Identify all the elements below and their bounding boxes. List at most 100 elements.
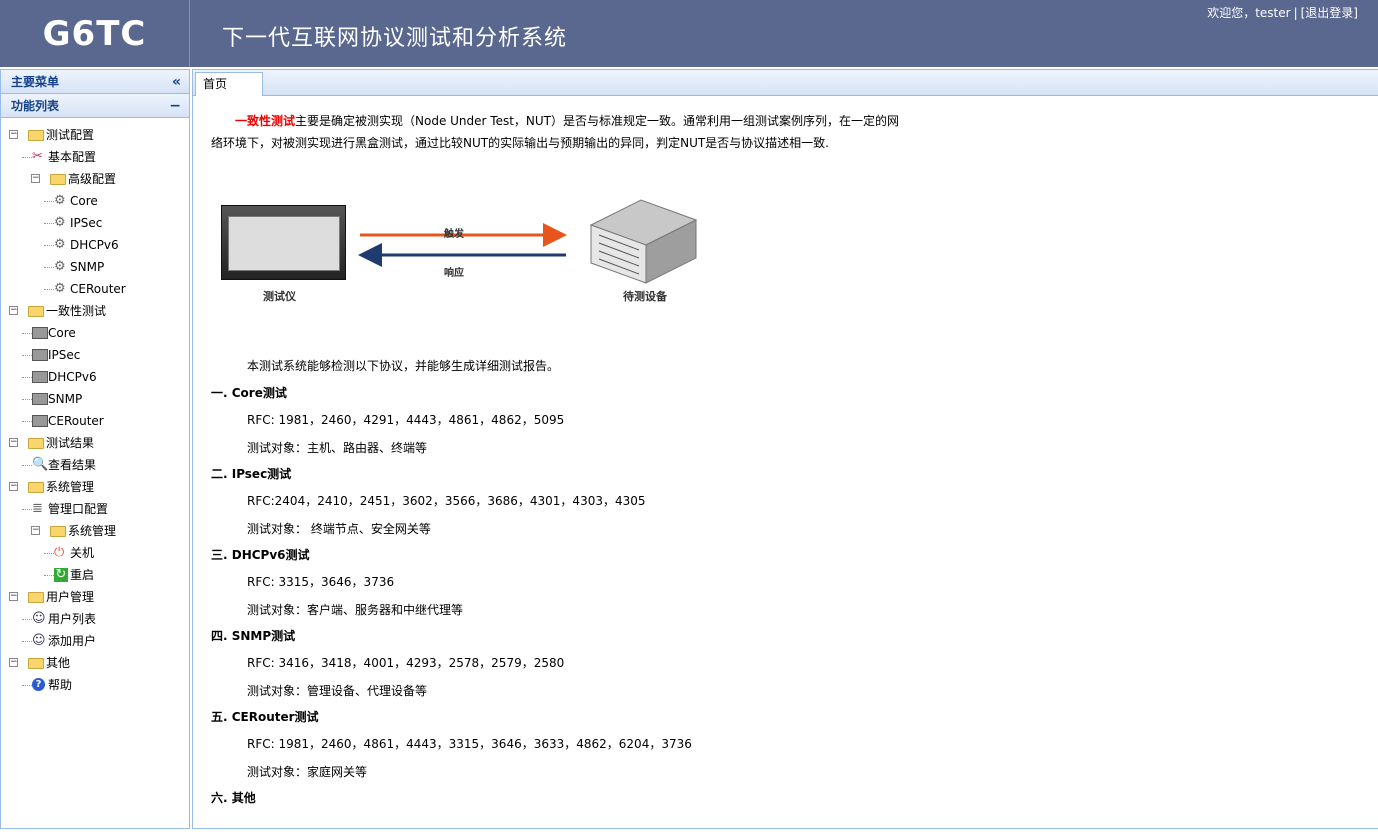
tab-bar: 首页 xyxy=(193,70,1378,96)
collapse-toggle-icon[interactable]: − xyxy=(31,526,40,535)
tree-item[interactable]: − 测试结果 xyxy=(1,432,189,454)
server-icon xyxy=(32,371,48,383)
collapse-toggle-icon[interactable]: − xyxy=(9,306,18,315)
tree-item[interactable]: ↻ 重启 xyxy=(1,564,189,586)
tree-item-label: 帮助 xyxy=(48,678,73,692)
logo-text: G6TC xyxy=(42,13,147,54)
tree-item-label: 添加用户 xyxy=(48,634,97,648)
user-bar: 欢迎您，tester | [退出登录] xyxy=(1207,6,1358,20)
tree-item[interactable]: IPSec xyxy=(1,344,189,366)
tree-item[interactable]: CERouter xyxy=(1,410,189,432)
help-icon: ? xyxy=(32,678,45,691)
section-rfc: RFC: 1981，2460，4861，4443，3315，3646，3633，… xyxy=(247,737,692,751)
tree-item-label: 高级配置 xyxy=(68,172,117,186)
restart-icon: ↻ xyxy=(54,567,68,582)
tree-item-label: 其他 xyxy=(46,656,71,670)
section-heading: 三. DHCPv6测试 xyxy=(211,548,310,562)
tab-home[interactable]: 首页 xyxy=(195,72,263,96)
logout-link[interactable]: [退出登录] xyxy=(1301,6,1358,20)
tree-item[interactable]: ≣ 管理口配置 xyxy=(1,498,189,520)
nav-tree: − 测试配置 ✂ 基本配置 − 高级配置 ⚙ Core ⚙ IPSec ⚙ DHCPv6 ⚙ SNMP ⚙ C… xyxy=(1,118,189,696)
tree-item[interactable]: − 用户管理 xyxy=(1,586,189,608)
app-title: 下一代互联网协议测试和分析系统 xyxy=(222,26,568,51)
folder-icon xyxy=(28,130,44,141)
section-heading: 一. Core测试 xyxy=(211,386,287,400)
section-target: 测试对象：家庭网关等 xyxy=(247,765,368,779)
gear-icon: ⚙ xyxy=(54,259,66,274)
tree-item[interactable]: ✂ 基本配置 xyxy=(1,146,189,168)
tree-item[interactable]: ⏻ 关机 xyxy=(1,542,189,564)
section-heading: 五. CERouter测试 xyxy=(211,710,319,724)
intro-paragraph: 一致性测试主要是确定被测实现（Node Under Test，NUT）是否与标准… xyxy=(211,110,931,154)
section-rfc: RFC:2404，2410，2451，3602，3566，3686，4301，4… xyxy=(247,494,646,508)
tree-item-label: DHCPv6 xyxy=(48,370,97,384)
tree-item[interactable]: ⚙ IPSec xyxy=(1,212,189,234)
tree-item[interactable]: ⚙ SNMP xyxy=(1,256,189,278)
section-rfc: RFC: 3315，3646，3736 xyxy=(247,575,395,589)
tree-item[interactable]: ☺ 添加用户 xyxy=(1,630,189,652)
main-menu-title: 主要菜单 xyxy=(11,75,60,89)
tree-item-label: 测试配置 xyxy=(46,128,95,142)
intro-highlight: 一致性测试 xyxy=(235,114,296,128)
collapse-toggle-icon[interactable]: − xyxy=(31,174,40,183)
tree-item[interactable]: − 其他 xyxy=(1,652,189,674)
database-icon: ≣ xyxy=(32,501,43,516)
tree-item-label: 查看结果 xyxy=(48,458,97,472)
server-icon xyxy=(32,415,48,427)
server-icon xyxy=(32,327,48,339)
user-add-icon: ☺ xyxy=(32,633,46,648)
welcome-text: 欢迎您，tester xyxy=(1207,6,1291,20)
tree-item[interactable]: Core xyxy=(1,322,189,344)
minus-icon[interactable]: − xyxy=(169,94,181,118)
tester-label: 测试仪 xyxy=(263,290,296,303)
arrows xyxy=(358,223,567,267)
tree-item[interactable]: ⚙ DHCPv6 xyxy=(1,234,189,256)
tool-icon: ✂ xyxy=(32,149,43,164)
folder-icon xyxy=(28,438,44,449)
tree-item[interactable]: − 一致性测试 xyxy=(1,300,189,322)
collapse-toggle-icon[interactable]: − xyxy=(9,130,18,139)
tree-item[interactable]: 🔍 查看结果 xyxy=(1,454,189,476)
tree-item[interactable]: − 系统管理 xyxy=(1,520,189,542)
tree-item[interactable]: DHCPv6 xyxy=(1,366,189,388)
gear-icon: ⚙ xyxy=(54,215,66,230)
tree-item-label: 用户列表 xyxy=(48,612,97,626)
trigger-label: 触发 xyxy=(444,229,464,240)
func-list-header[interactable]: 功能列表 − xyxy=(1,94,189,118)
dut-label: 待测设备 xyxy=(623,290,667,303)
func-list-title: 功能列表 xyxy=(11,99,60,113)
tree-item[interactable]: ⚙ Core xyxy=(1,190,189,212)
tree-item-label: IPSec xyxy=(48,348,81,362)
response-label: 响应 xyxy=(444,268,464,279)
folder-icon xyxy=(28,592,44,603)
tree-item[interactable]: − 测试配置 xyxy=(1,124,189,146)
section-target: 测试对象：客户端、服务器和中继代理等 xyxy=(247,603,464,617)
collapse-toggle-icon[interactable]: − xyxy=(9,482,18,491)
logo: G6TC xyxy=(0,0,190,67)
dut-device-image xyxy=(589,199,698,284)
tree-item-label: Core xyxy=(48,326,76,340)
content: 一致性测试主要是确定被测实现（Node Under Test，NUT）是否与标准… xyxy=(211,110,931,805)
section-target: 测试对象： 终端节点、安全网关等 xyxy=(247,522,431,536)
collapse-toggle-icon[interactable]: − xyxy=(9,438,18,447)
main-menu-header: 主要菜单 « xyxy=(1,70,189,94)
tree-item-label: 一致性测试 xyxy=(46,304,107,318)
collapse-icon[interactable]: « xyxy=(172,70,181,94)
tree-item-label: IPSec xyxy=(70,216,103,230)
tree-item[interactable]: ⚙ CERouter xyxy=(1,278,189,300)
tree-item[interactable]: − 系统管理 xyxy=(1,476,189,498)
tree-item[interactable]: − 高级配置 xyxy=(1,168,189,190)
collapse-toggle-icon[interactable]: − xyxy=(9,592,18,601)
tree-item[interactable]: SNMP xyxy=(1,388,189,410)
tree-item-label: CERouter xyxy=(48,414,104,428)
tree-item-label: 测试结果 xyxy=(46,436,95,450)
main-panel: 首页 一致性测试主要是确定被测实现（Node Under Test，NUT）是否… xyxy=(192,69,1378,829)
tree-item-label: 系统管理 xyxy=(46,480,95,494)
tree-item-label: SNMP xyxy=(48,392,83,406)
tree-item[interactable]: ? 帮助 xyxy=(1,674,189,696)
collapse-toggle-icon[interactable]: − xyxy=(9,658,18,667)
folder-icon xyxy=(28,306,44,317)
gear-icon: ⚙ xyxy=(54,193,66,208)
section-rfc: RFC: 1981，2460，4291，4443，4861，4862，5095 xyxy=(247,413,565,427)
tree-item[interactable]: ☺ 用户列表 xyxy=(1,608,189,630)
